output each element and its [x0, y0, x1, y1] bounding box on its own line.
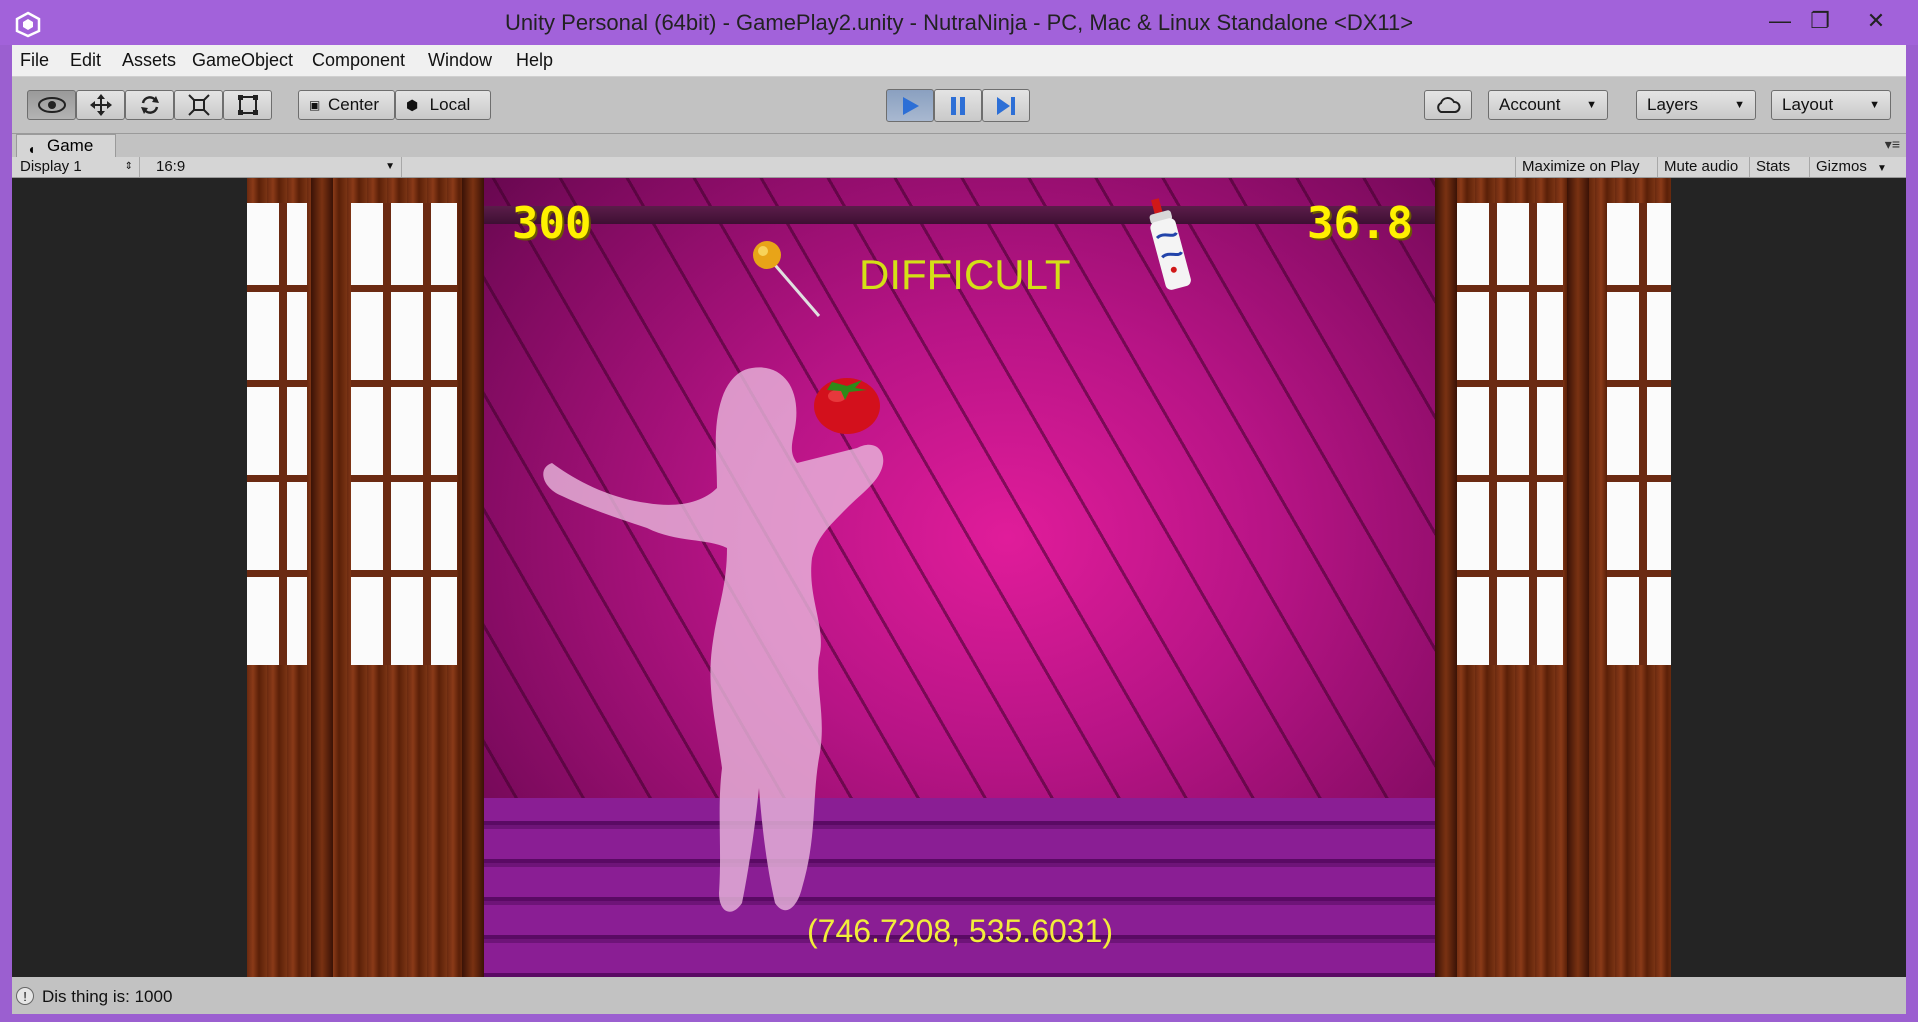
step-icon	[997, 97, 1015, 115]
mute-audio-toggle[interactable]: Mute audio	[1657, 157, 1744, 177]
account-dropdown[interactable]: Account ▼	[1488, 90, 1608, 120]
cloud-button[interactable]	[1424, 90, 1472, 120]
view-tool-button[interactable]	[27, 90, 76, 120]
chevron-down-icon: ▼	[1586, 99, 1597, 111]
menu-assets[interactable]: Assets	[120, 50, 178, 71]
cube-icon: ⬢	[406, 97, 419, 113]
editor-client-area: File Edit Assets GameObject Component Wi…	[12, 45, 1906, 1014]
tab-bar: ◖ Game ▾≡	[12, 134, 1906, 157]
aspect-label: 16:9	[156, 158, 186, 175]
menu-edit[interactable]: Edit	[68, 50, 103, 71]
rotate-icon	[140, 96, 159, 114]
move-tool-button[interactable]	[76, 90, 125, 120]
layers-dropdown[interactable]: Layers ▼	[1636, 90, 1756, 120]
shoji-screen	[1607, 203, 1671, 665]
timer-display: 36.8	[1307, 198, 1413, 249]
score-display: 300	[512, 198, 592, 249]
aspect-select[interactable]: 16:9 ▼	[148, 157, 402, 177]
play-icon	[903, 97, 919, 115]
shoji-screen	[247, 203, 307, 665]
right-door-panel	[1435, 178, 1671, 977]
stats-toggle[interactable]: Stats	[1749, 157, 1796, 177]
wood-pillar	[462, 178, 484, 977]
difficulty-label: DIFFICULT	[859, 251, 1071, 298]
rect-transform-icon	[237, 95, 258, 115]
close-button[interactable]: ✕	[1850, 6, 1902, 36]
play-button[interactable]	[886, 89, 934, 122]
lollipop-icon	[753, 241, 821, 317]
chevron-down-icon: ▼	[1877, 163, 1887, 174]
pause-button[interactable]	[934, 89, 982, 122]
account-label: Account	[1499, 95, 1561, 114]
gizmos-label: Gizmos	[1816, 158, 1867, 175]
chevron-down-icon: ▼	[385, 161, 395, 172]
status-bar: ! Dis thing is: 1000	[12, 980, 1906, 1014]
game-view-toolbar: Display 1 ⇕ 16:9 ▼ Maximize on Play Mute…	[12, 157, 1906, 178]
info-icon: !	[16, 987, 34, 1005]
scale-tool-button[interactable]	[174, 90, 223, 120]
player-silhouette	[543, 367, 884, 912]
chevron-down-icon: ▼	[1869, 99, 1880, 111]
layers-label: Layers	[1647, 95, 1699, 114]
tab-menu-icon[interactable]: ▾≡	[1885, 136, 1900, 153]
scale-icon	[187, 94, 210, 116]
step-button[interactable]	[982, 89, 1030, 122]
pivot-icon: ▣	[309, 98, 321, 112]
menu-component[interactable]: Component	[310, 50, 407, 71]
title-bar: Unity Personal (64bit) - GamePlay2.unity…	[0, 0, 1918, 45]
display-label: Display 1	[20, 158, 82, 175]
minimize-button[interactable]: —	[1760, 6, 1800, 36]
left-door-panel	[247, 178, 484, 977]
updown-icon: ⇕	[124, 161, 133, 172]
space-label: Local	[429, 95, 471, 114]
layout-dropdown[interactable]: Layout ▼	[1771, 90, 1891, 120]
tomato-icon	[814, 378, 880, 434]
game-view[interactable]: 300 36.8 DIFFICULT (746.7208, 535.6031)	[12, 178, 1906, 977]
pivot-local-button[interactable]: ⬢ Local	[395, 90, 491, 120]
rect-tool-button[interactable]	[223, 90, 272, 120]
whipped-cream-can-icon	[1149, 198, 1191, 290]
maximize-button[interactable]: ❐	[1800, 6, 1840, 36]
display-select[interactable]: Display 1 ⇕	[12, 157, 140, 177]
shoji-screen	[1457, 203, 1563, 665]
console-message[interactable]: Dis thing is: 1000	[42, 987, 172, 1007]
pivot-label: Center	[327, 95, 380, 114]
position-readout: (746.7208, 535.6031)	[807, 913, 1114, 949]
maximize-on-play-toggle[interactable]: Maximize on Play	[1515, 157, 1646, 177]
pause-icon	[951, 97, 965, 115]
rotate-tool-button[interactable]	[125, 90, 174, 120]
menu-bar: File Edit Assets GameObject Component Wi…	[12, 45, 1906, 77]
menu-window[interactable]: Window	[426, 50, 494, 71]
gizmos-dropdown[interactable]: Gizmos ▼	[1809, 157, 1906, 177]
chevron-down-icon: ▼	[1734, 99, 1745, 111]
menu-file[interactable]: File	[18, 50, 51, 71]
move-arrows-icon	[89, 94, 112, 116]
wood-pillar	[1435, 178, 1457, 977]
wood-pillar	[311, 178, 333, 977]
toolbar: ▣ Center ⬢ Local Account ▼ Layers ▼ Layo…	[12, 77, 1906, 134]
pivot-center-button[interactable]: ▣ Center	[298, 90, 395, 120]
menu-help[interactable]: Help	[514, 50, 555, 71]
window-title: Unity Personal (64bit) - GamePlay2.unity…	[504, 10, 1414, 35]
hud-banner	[484, 206, 1435, 224]
layout-label: Layout	[1782, 95, 1834, 114]
game-scene[interactable]: 300 36.8 DIFFICULT (746.7208, 535.6031)	[247, 178, 1671, 977]
wood-pillar	[1567, 178, 1589, 977]
tab-game[interactable]: ◖ Game	[16, 134, 116, 157]
eye-icon	[37, 97, 66, 113]
menu-gameobject[interactable]: GameObject	[190, 50, 295, 71]
shoji-screen	[351, 203, 457, 665]
cloud-icon	[1437, 97, 1461, 113]
tab-game-label: Game	[47, 136, 94, 155]
